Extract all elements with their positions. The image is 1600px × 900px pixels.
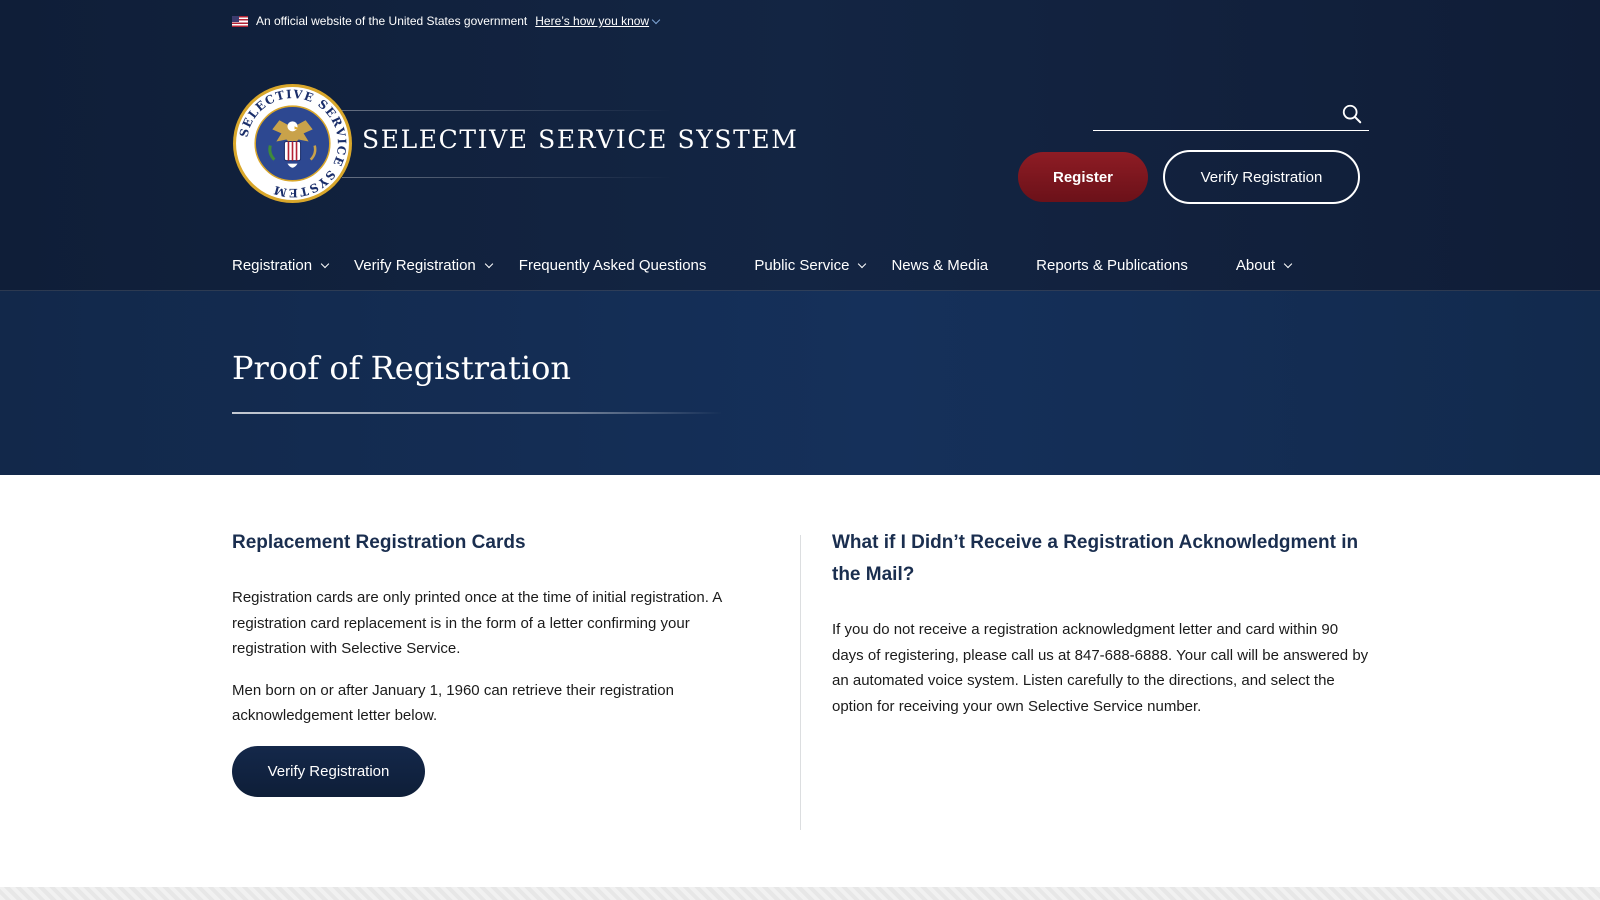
nav-item-verify-registration[interactable]: Verify Registration bbox=[354, 256, 494, 274]
search-input[interactable] bbox=[1093, 99, 1341, 129]
nav-item-label: News & Media bbox=[891, 256, 989, 274]
section-heading: What if I Didn’t Receive a Registration … bbox=[832, 532, 1359, 585]
nav-item-registration[interactable]: Registration bbox=[232, 256, 330, 274]
title-underline bbox=[232, 412, 722, 414]
nav-item-news-media[interactable]: News & Media bbox=[891, 257, 988, 274]
search-icon[interactable] bbox=[1341, 103, 1363, 125]
nav-item-label: Verify Registration bbox=[354, 256, 476, 274]
gov-banner: An official website of the United States… bbox=[232, 12, 661, 30]
nav-item-about[interactable]: About bbox=[1235, 256, 1293, 274]
nav-item-reports-publications[interactable]: Reports & Publications bbox=[1036, 257, 1188, 274]
gov-banner-text: An official website of the United States… bbox=[256, 14, 528, 28]
paragraph: If you do not receive a registration ack… bbox=[832, 621, 1369, 715]
page-title: Proof of Registration bbox=[232, 349, 572, 387]
nav-item-label: Reports & Publications bbox=[1036, 256, 1188, 274]
register-button[interactable]: Register bbox=[1018, 152, 1148, 202]
section-heading: Replacement Registration Cards bbox=[232, 532, 526, 553]
footer-pattern-band bbox=[0, 887, 1600, 900]
replacement-cards-section: Replacement Registration Cards Registrat… bbox=[232, 527, 752, 797]
page-hero: Proof of Registration bbox=[0, 291, 1600, 475]
how-you-know-label: Here’s how you know bbox=[535, 14, 650, 28]
site-header: An official website of the United States… bbox=[0, 0, 1600, 291]
paragraph: Men born on or after January 1, 1960 can… bbox=[232, 681, 674, 725]
brand-divider-top bbox=[342, 110, 672, 111]
main-nav: Registration Verify Registration Frequen… bbox=[232, 252, 1293, 278]
nav-item-public-service[interactable]: Public Service bbox=[754, 256, 867, 274]
chevron-down-icon bbox=[320, 259, 330, 268]
column-divider bbox=[800, 535, 801, 830]
chevron-down-icon bbox=[1283, 259, 1293, 268]
chevron-down-icon bbox=[651, 15, 661, 24]
acknowledgment-section: What if I Didn’t Receive a Registration … bbox=[832, 527, 1372, 719]
agency-name[interactable]: SELECTIVE SERVICE SYSTEM bbox=[362, 125, 798, 154]
nav-item-faq[interactable]: Frequently Asked Questions bbox=[519, 257, 707, 274]
chevron-down-icon bbox=[484, 259, 494, 268]
verify-registration-cta[interactable]: Verify Registration bbox=[232, 745, 425, 797]
search-box bbox=[1093, 98, 1369, 131]
eagle-seal-icon[interactable]: SELECTIVE SERVICE SYSTEM bbox=[232, 83, 353, 204]
nav-item-label: Public Service bbox=[754, 256, 850, 274]
how-you-know-link[interactable]: Here’s how you know bbox=[535, 14, 661, 28]
chevron-down-icon bbox=[858, 259, 867, 268]
nav-item-label: Frequently Asked Questions bbox=[518, 256, 707, 274]
brand-divider-bottom bbox=[342, 177, 672, 178]
us-flag-icon bbox=[232, 15, 248, 27]
nav-item-label: About bbox=[1235, 256, 1276, 274]
paragraph: Registration cards are only printed once… bbox=[232, 589, 722, 657]
nav-item-label: Registration bbox=[232, 256, 313, 274]
verify-registration-button[interactable]: Verify Registration bbox=[1163, 150, 1360, 204]
